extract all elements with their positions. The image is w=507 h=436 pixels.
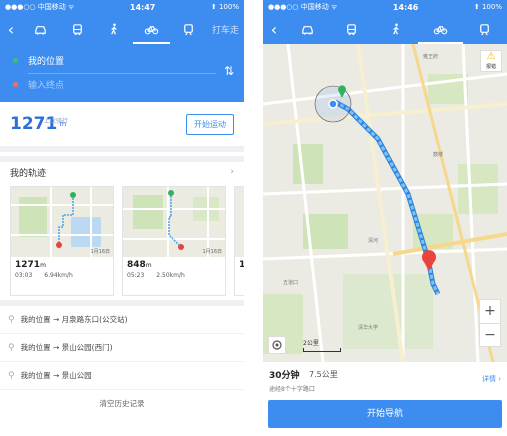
report-error-label: 报错 [485,64,496,70]
report-error-button[interactable]: ⚠ 报错 [480,50,502,72]
battery-label: ⬆ 100% [210,3,239,11]
origin-label: 我的位置 [28,56,65,67]
track-cards: 1月16日 1271m 03:03 6.94km/h 1月16日 848m 05… [0,182,244,300]
history-item[interactable]: ⚲ 我的位置 → 景山公园 [0,362,244,390]
track-duration: 03:03 [15,272,33,279]
bike-icon[interactable] [133,14,170,44]
scale-label: 2公里 [303,340,319,347]
track-date: 1月16日 [90,249,110,255]
carrier-label: ●●●○○ 中国移动 ᯤ [268,3,338,11]
history-text: 我的位置 → 月泉路东口(公交站) [20,315,128,324]
route-detail-link[interactable]: 详情 › [482,374,501,384]
locate-icon [272,340,282,350]
track-stats: 03:03 6.94km/h [15,272,109,279]
train-icon[interactable] [463,22,507,37]
track-date: 1月16日 [202,249,222,255]
start-navigation-button[interactable]: 开始导航 [268,400,502,428]
bus-icon[interactable] [329,22,373,37]
track-distance: 1271m [15,260,46,270]
track-stats: 05:23 2.50km/h [127,272,221,279]
bus-icon[interactable] [59,22,96,37]
track-card[interactable]: 1 [234,186,244,296]
car-icon[interactable] [285,22,329,37]
track-duration: 05:23 [127,272,145,279]
back-icon[interactable]: ‹ [263,20,285,39]
origin-field[interactable]: 我的位置 [10,48,234,72]
map-label: 鼓楼 [433,151,443,158]
route-distance: 7.5公里 [309,370,338,379]
track-distance: 1 [239,260,244,270]
track-distance: 848m [127,260,152,270]
right-screen: ●●●○○ 中国移动 ᯤ 14:46 ⬆ 100% ‹ 雍王府 鼓楼 清河 清华… [263,0,507,436]
history-item[interactable]: ⚲ 我的位置 → 景山公园(西门) [0,334,244,362]
map-label: 五道口 [283,279,298,286]
route-inputs: 我的位置 输入终点 ⇅ [0,44,244,102]
track-card[interactable]: 1月16日 848m 05:23 2.50km/h [122,186,226,296]
walk-icon[interactable] [96,22,133,37]
map-label: 清河 [368,237,378,244]
search-icon: ⚲ [8,370,15,381]
scale-bar [303,348,341,352]
clock: 14:47 [129,2,156,12]
locate-button[interactable] [268,336,286,354]
destination-placeholder: 输入终点 [28,80,65,91]
carrier-label: ●●●○○ 中国移动 ᯤ [5,3,75,11]
destination-field[interactable]: 输入终点 [10,72,234,96]
left-screen: ●●●○○ 中国移动 ᯤ 14:47 ⬆ 100% ‹ 打车走 我的位置 输入终… [0,0,244,436]
search-history: ⚲ 我的位置 → 月泉路东口(公交站) ⚲ 我的位置 → 景山公园(西门) ⚲ 我的位… [0,300,244,409]
route-via: 途经8个十字路口 [269,386,315,393]
search-icon: ⚲ [8,342,15,353]
track-speed: 6.94km/h [44,272,73,279]
origin-dot [13,57,18,63]
status-bar: ●●●○○ 中国移动 ᯤ 14:47 ⬆ 100% [0,0,244,14]
chevron-right-icon: › [230,167,234,177]
train-icon[interactable] [170,22,207,37]
route-map[interactable]: 雍王府 鼓楼 清河 清华大学 五道口 ⚠ 报错 + − 2公里 [263,44,507,362]
my-tracks-title: 我的轨迹 [10,168,47,179]
destination-dot [13,81,18,87]
battery-label: ⬆ 100% [473,3,502,11]
taxi-tab[interactable]: 打车走 [207,23,244,36]
car-icon[interactable] [22,22,59,37]
back-icon[interactable]: ‹ [0,20,22,39]
last-ride-caption: 上次骑行 [44,118,69,125]
last-ride-summary: 1271 m 上次骑行 开始运动 [0,102,244,152]
history-text: 我的位置 → 景山公园(西门) [20,343,113,352]
walk-icon[interactable] [374,22,418,37]
start-exercise-button[interactable]: 开始运动 [186,114,234,135]
track-map-thumbnail: 1月16日 [11,187,113,257]
map-label: 雍王府 [423,53,438,60]
map-canvas: 雍王府 鼓楼 清河 清华大学 五道口 [263,44,507,362]
status-bar: ●●●○○ 中国移动 ᯤ 14:46 ⬆ 100% [263,0,507,14]
swap-icon[interactable]: ⇅ [224,64,234,78]
route-duration: 30分钟 [269,371,300,381]
track-map-thumbnail [235,187,244,257]
zoom-in-button[interactable]: + [480,300,500,324]
transport-mode-bar: ‹ [263,14,507,44]
zoom-control: + − [479,299,501,347]
zoom-out-button[interactable]: − [480,324,500,348]
warning-icon: ⚠ [486,51,496,62]
clear-history-button[interactable]: 清空历史记录 [0,390,244,409]
map-label: 清华大学 [358,324,378,331]
track-map-thumbnail: 1月16日 [123,187,225,257]
bike-icon[interactable] [418,14,463,44]
history-item[interactable]: ⚲ 我的位置 → 月泉路东口(公交站) [0,306,244,334]
route-info-panel: 30分钟 7.5公里 途经8个十字路口 详情 › 开始导航 [263,362,507,436]
transport-mode-bar: ‹ 打车走 [0,14,244,44]
search-icon: ⚲ [8,314,15,325]
track-card[interactable]: 1月16日 1271m 03:03 6.94km/h [10,186,114,296]
map-scale: 2公里 [303,338,341,352]
history-text: 我的位置 → 景山公园 [20,371,92,380]
my-tracks-header[interactable]: 我的轨迹 › [0,156,244,182]
clock: 14:46 [392,2,419,12]
track-speed: 2.50km/h [156,272,185,279]
